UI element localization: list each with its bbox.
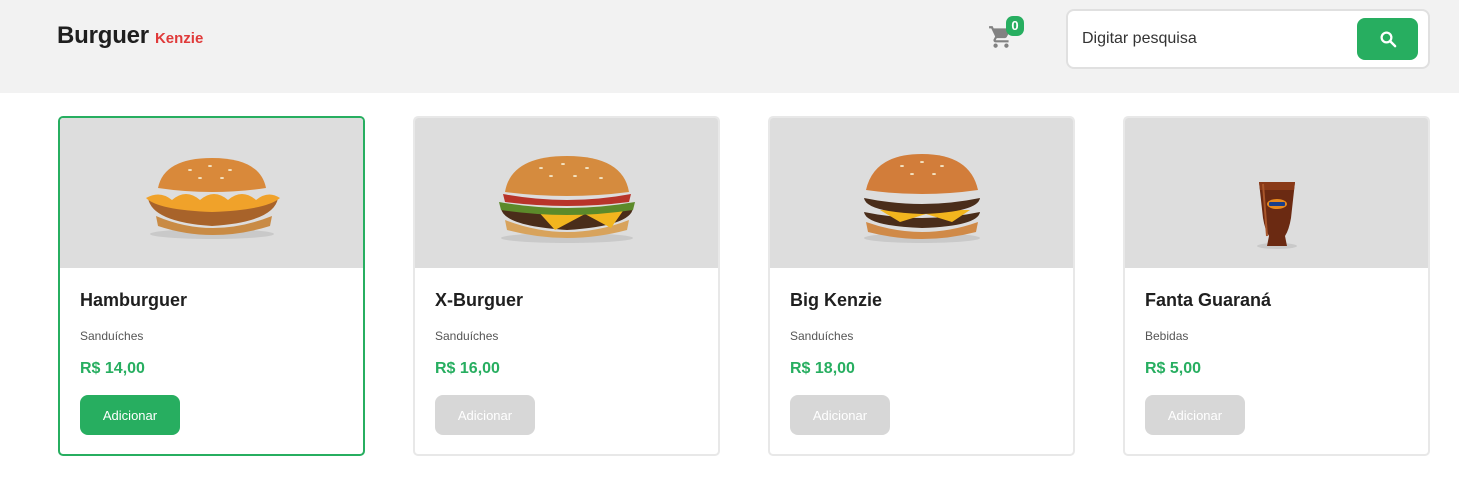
product-card[interactable]: Hamburguer Sanduíches R$ 14,00 Adicionar [58,116,365,456]
product-name: X-Burguer [435,290,524,310]
product-category: Sanduíches [435,329,499,343]
product-price: R$ 18,00 [790,360,855,377]
product-price: R$ 16,00 [435,360,500,377]
x-burguer-image [499,156,635,243]
product-category: Bebidas [1145,329,1189,343]
search-button[interactable] [1357,18,1418,60]
logo-main-text: Burguer [57,22,149,49]
add-to-cart-button[interactable]: Adicionar [790,395,890,435]
add-to-cart-button[interactable]: Adicionar [80,395,180,435]
hamburguer-image [146,158,280,239]
product-card[interactable]: Fanta Guaraná Bebidas R$ 5,00 Adicionar [1123,116,1430,456]
product-card[interactable]: X-Burguer Sanduíches R$ 16,00 Adicionar [413,116,720,456]
product-price: R$ 5,00 [1145,360,1202,377]
product-category: Sanduíches [80,329,144,343]
product-image-area [60,118,363,268]
cart-count-badge: 0 [1006,16,1024,36]
product-price: R$ 14,00 [80,360,145,377]
add-to-cart-button[interactable]: Adicionar [435,395,535,435]
product-card[interactable]: Big Kenzie Sanduíches R$ 18,00 Adicionar [768,116,1075,456]
search-bar [1066,9,1430,69]
logo-sub-text: Kenzie [154,30,204,47]
header: Burguer Kenzie 0 [0,0,1459,93]
product-category: Sanduíches [790,329,854,343]
product-image-area [770,118,1073,268]
product-name: Hamburguer [80,290,188,310]
add-to-cart-button[interactable]: Adicionar [1145,395,1245,435]
big-kenzie-image [864,154,980,243]
search-icon [1380,31,1397,48]
fanta-guarana-image [1257,182,1297,249]
product-name: Big Kenzie [790,290,883,310]
product-name: Fanta Guaraná [1145,290,1272,310]
product-image-area [415,118,718,268]
search-input[interactable] [1082,21,1342,57]
logo[interactable]: Burguer Kenzie [57,22,203,50]
product-image-area [1125,118,1428,268]
